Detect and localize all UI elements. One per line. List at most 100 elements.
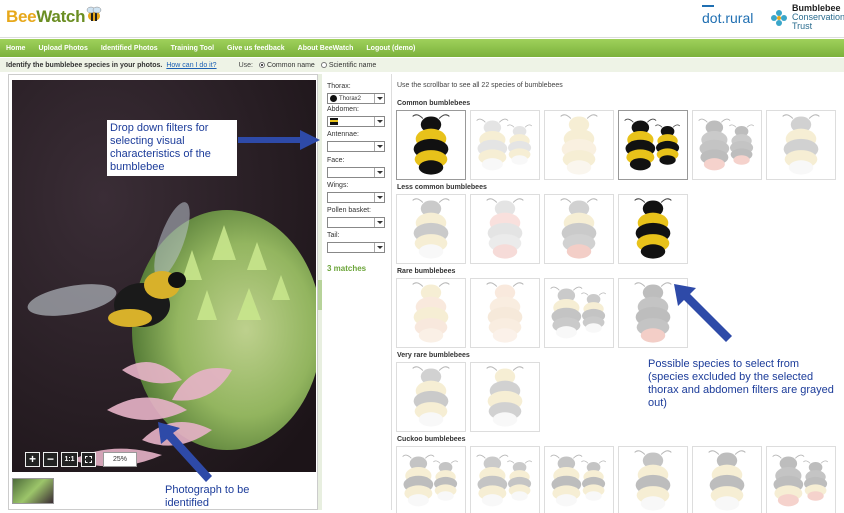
chevron-down-icon [374,193,384,202]
thorax-label: Thorax: [327,83,351,90]
nav-identified-photos[interactable]: Identified Photos [101,45,158,52]
species-tile[interactable] [692,446,762,513]
species-tile[interactable] [618,110,688,180]
bct-logo[interactable]: Bumblebee Conservation Trust [792,4,844,31]
bumblebee-illustration-icon [412,114,450,175]
bumblebee-illustration-icon [560,114,598,175]
species-annotation: Possible species to select from (species… [648,358,834,409]
species-tile[interactable] [396,278,466,348]
name-use-label: Use: [238,61,253,69]
species-tile[interactable] [766,110,836,180]
bumblebee-illustration-icon [698,118,755,171]
bumblebee-illustration-icon [476,454,533,507]
chevron-down-icon [374,142,384,151]
bumblebee-illustration-icon [624,118,681,171]
bumblebee-illustration-icon [402,454,459,507]
zoom-in-button[interactable]: + [25,452,40,467]
fit-icon [85,456,92,463]
bumblebee-illustration-icon [708,450,746,511]
tail-select[interactable] [327,242,385,253]
species-tile[interactable] [544,110,614,180]
abdomen-swatch-icon [330,118,338,125]
dotrural-logo[interactable]: dot.rural [702,10,753,26]
abdomen-label: Abdomen: [327,106,359,113]
species-tile[interactable] [544,194,614,264]
photo-thumbnail[interactable] [12,478,54,504]
bct-line3: Trust [792,21,813,31]
photo-annotation: Photograph to be identified [165,484,250,509]
help-link[interactable]: How can I do it? [166,62,216,69]
thorax-value: Thorax2 [339,95,362,102]
bumblebee-illustration-icon [412,366,450,427]
bumblebee-illustration-icon [634,198,672,259]
divider-handle[interactable] [318,280,322,310]
wings-select[interactable] [327,192,385,203]
antennae-select[interactable] [327,141,385,152]
bumblebee-illustration-icon [772,454,829,507]
app-header: BeeWatch dot.rural Bumblebee Conservatio… [0,0,844,38]
nav-about[interactable]: About BeeWatch [298,45,354,52]
antennae-label: Antennae: [327,131,359,138]
chevron-down-icon [374,168,384,177]
common-name-label[interactable]: Common name [267,62,315,69]
scroll-hint: Use the scrollbar to see all 22 species … [397,82,563,89]
filters-annotation: Drop down filters for selecting visual c… [107,120,237,176]
species-tile[interactable] [470,110,540,180]
group-title-less-common: Less common bumblebees [397,184,487,191]
species-tile[interactable] [396,110,466,180]
chevron-down-icon [374,218,384,227]
bumblebee-illustration-icon [486,366,524,427]
bumblebee-illustration-icon [486,198,524,259]
scientific-name-radio[interactable] [320,62,327,68]
match-count: 3 matches [327,264,367,273]
nav-home[interactable]: Home [6,45,25,52]
bumblebee-illustration-icon [560,198,598,259]
arrow-up-left-icon [158,422,212,482]
face-label: Face: [327,157,345,164]
common-name-radio[interactable] [258,62,265,68]
species-tile[interactable] [618,194,688,264]
nav-upload-photos[interactable]: Upload Photos [38,45,87,52]
species-tile[interactable] [692,110,762,180]
species-tile[interactable] [396,446,466,513]
bumblebee-illustration-icon [782,114,820,175]
nav-training-tool[interactable]: Training Tool [171,45,214,52]
chevron-down-icon [374,94,384,103]
tail-label: Tail: [327,232,340,239]
species-tile[interactable] [396,194,466,264]
species-tile[interactable] [618,446,688,513]
face-select[interactable] [327,167,385,178]
zoom-out-button[interactable]: − [43,452,58,467]
fit-screen-button[interactable] [81,452,96,467]
zoom-actual-button[interactable]: 1:1 [61,452,78,467]
bee-logo-icon [86,6,102,21]
thorax-select[interactable]: Thorax2 [327,93,385,104]
logo-bee-text: Bee [6,7,37,26]
nav-logout[interactable]: Logout (demo) [366,45,415,52]
bumblebee-illustration-icon [412,282,450,343]
group-title-rare: Rare bumblebees [397,268,456,275]
zoom-level: 25% [103,452,137,467]
species-tile[interactable] [470,194,540,264]
species-tile[interactable] [766,446,836,513]
abdomen-select[interactable] [327,116,385,127]
bumblebee-illustration-icon [550,454,607,507]
scientific-name-label[interactable]: Scientific name [329,62,376,69]
chevron-down-icon [374,117,384,126]
group-title-cuckoo: Cuckoo bumblebees [397,436,466,443]
pollen-select[interactable] [327,217,385,228]
bct-flower-icon [771,10,787,26]
pollen-label: Pollen basket: [327,207,371,214]
bumblebee-illustration-icon [476,118,533,171]
species-tile[interactable] [544,446,614,513]
beewatch-logo[interactable]: BeeWatch [6,7,85,27]
species-tile[interactable] [396,362,466,432]
zoom-toolbar: + − 1:1 25% [25,452,137,468]
logo-watch-text: Watch [36,7,86,26]
species-tile[interactable] [544,278,614,348]
nav-feedback[interactable]: Give us feedback [227,45,285,52]
species-tile[interactable] [470,278,540,348]
species-tile[interactable] [470,362,540,432]
species-tile[interactable] [470,446,540,513]
instruction-bar: Identify the bumblebee species in your p… [0,58,844,72]
